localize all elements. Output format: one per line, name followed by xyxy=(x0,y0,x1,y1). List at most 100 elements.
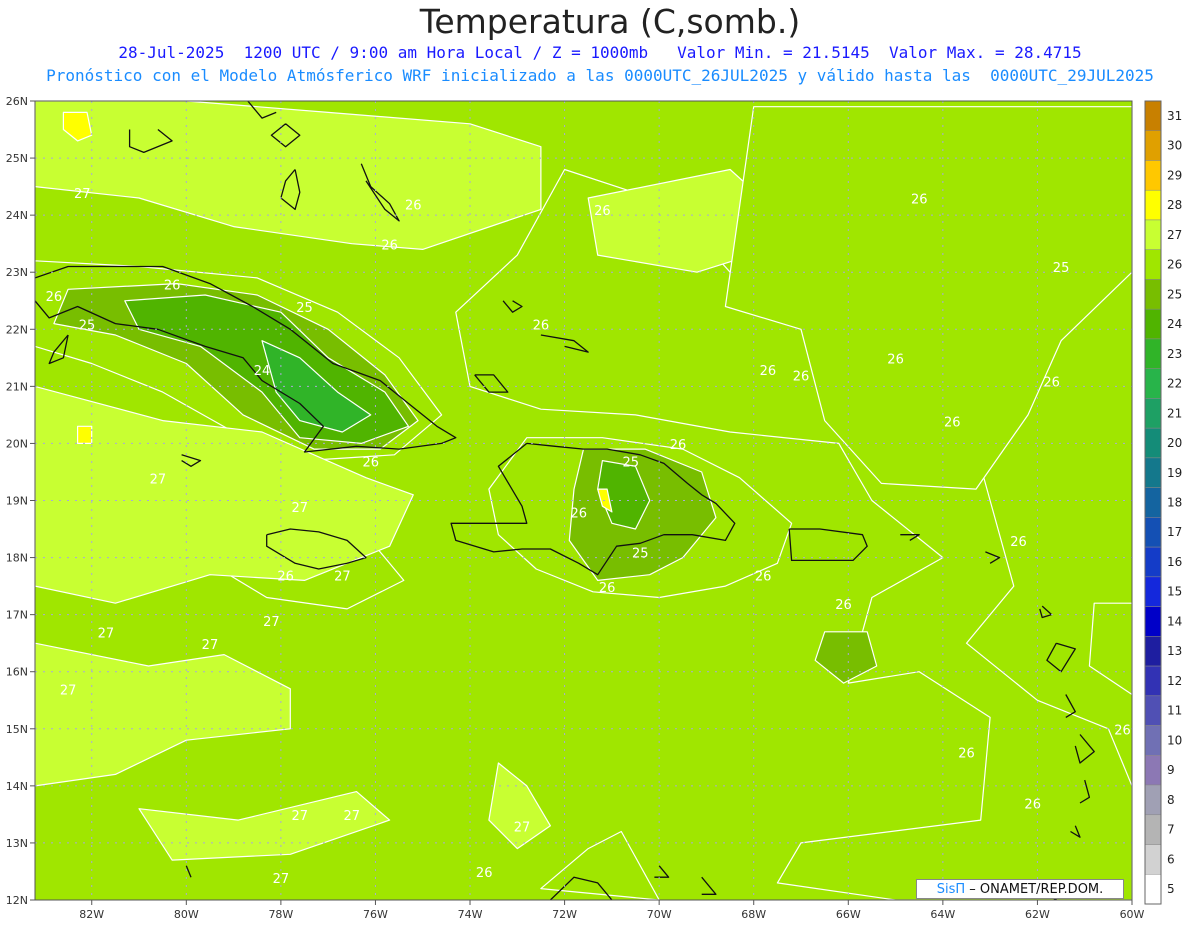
contour-label-36: 25 xyxy=(1053,261,1070,276)
colorbar-label-25: 25 xyxy=(1167,287,1182,301)
x-tick-label-10: 62W xyxy=(1025,908,1050,921)
x-tick-label-4: 74W xyxy=(458,908,483,921)
contour-label-24: 26 xyxy=(570,507,587,522)
contour-label-29: 26 xyxy=(755,569,772,584)
colorbar-label-13: 13 xyxy=(1167,644,1182,658)
contour-label-0: 27 xyxy=(74,187,91,202)
y-tick-label-12: 14N xyxy=(6,780,28,793)
contour-label-40: 26 xyxy=(958,746,975,761)
colorbar-label-19: 19 xyxy=(1167,466,1182,480)
contour-label-4: 25 xyxy=(296,301,313,316)
contour-label-27: 25 xyxy=(632,547,649,562)
contour-label-31: 26 xyxy=(760,364,777,379)
contour-label-37: 26 xyxy=(1043,375,1060,390)
x-tick-label-0: 82W xyxy=(79,908,104,921)
colorbar-swatch-31 xyxy=(1144,100,1162,131)
contour-label-11: 27 xyxy=(150,472,167,487)
contour-label-25: 25 xyxy=(623,455,640,470)
y-tick-label-13: 13N xyxy=(6,837,28,850)
colorbar-swatch-21 xyxy=(1144,398,1162,429)
colorbar-label-22: 22 xyxy=(1167,377,1182,391)
colorbar: 31 30 29 28 27 26 25 24 23 22 21 20 19 18 17 16 15 14 13 12… xyxy=(1144,100,1182,905)
colorbar-label-7: 7 xyxy=(1167,823,1175,837)
colorbar-swatch-25 xyxy=(1144,279,1162,310)
contour-label-39: 26 xyxy=(1114,723,1131,738)
contour-label-30: 26 xyxy=(835,598,852,613)
contour-label-23: 26 xyxy=(476,866,493,881)
colorbar-label-21: 21 xyxy=(1167,406,1182,420)
contour-label-19: 27 xyxy=(292,809,309,824)
contour-label-5: 24 xyxy=(254,364,271,379)
colorbar-label-5: 5 xyxy=(1167,882,1175,896)
colorbar-swatch-22 xyxy=(1144,368,1162,399)
colorbar-label-23: 23 xyxy=(1167,347,1182,361)
contour-label-3: 26 xyxy=(164,278,181,293)
contour-label-38: 26 xyxy=(1010,535,1027,550)
x-tick-label-9: 64W xyxy=(930,908,955,921)
y-tick-label-2: 24N xyxy=(6,209,28,222)
y-tick-label-1: 25N xyxy=(6,152,28,165)
credit-text: – ONAMET/REP.DOM. xyxy=(965,882,1104,897)
sispi-logo-text: SisΠ xyxy=(936,882,966,897)
temperature-map: 27 26 25 26 25 24 26 26 26 26 26 27 27 26 27 27 27 27 27 27… xyxy=(6,95,1183,921)
contour-label-15: 27 xyxy=(263,615,280,630)
colorbar-label-12: 12 xyxy=(1167,674,1182,688)
colorbar-swatch-7 xyxy=(1144,814,1162,845)
colorbar-swatch-17 xyxy=(1144,517,1162,548)
contour-label-10: 26 xyxy=(362,455,379,470)
colorbar-swatch-9 xyxy=(1144,755,1162,786)
temp-region-28-21 xyxy=(76,425,93,444)
colorbar-label-14: 14 xyxy=(1167,614,1182,628)
contour-label-6: 26 xyxy=(405,198,422,213)
y-tick-label-5: 21N xyxy=(6,380,28,393)
colorbar-swatch-29 xyxy=(1144,160,1162,191)
colorbar-label-27: 27 xyxy=(1167,228,1182,242)
colorbar-label-11: 11 xyxy=(1167,704,1182,718)
y-tick-label-9: 17N xyxy=(6,609,28,622)
contour-label-14: 27 xyxy=(334,569,351,584)
colorbar-swatch-6 xyxy=(1144,844,1162,875)
contour-label-28: 26 xyxy=(599,581,616,596)
colorbar-label-9: 9 xyxy=(1167,763,1175,777)
credit-box: SisΠ – ONAMET/REP.DOM. xyxy=(916,879,1124,899)
contour-label-33: 26 xyxy=(887,353,904,368)
colorbar-swatch-12 xyxy=(1144,665,1162,697)
colorbar-label-10: 10 xyxy=(1167,733,1182,747)
contour-label-20: 27 xyxy=(344,809,361,824)
y-tick-label-14: 12N xyxy=(6,894,28,907)
contour-label-41: 26 xyxy=(1024,798,1041,813)
colorbar-swatch-19 xyxy=(1144,457,1162,488)
colorbar-swatch-20 xyxy=(1144,427,1162,459)
colorbar-label-30: 30 xyxy=(1167,139,1182,153)
colorbar-swatch-14 xyxy=(1144,606,1162,637)
colorbar-label-6: 6 xyxy=(1167,852,1175,866)
y-tick-label-7: 19N xyxy=(6,495,28,508)
colorbar-label-18: 18 xyxy=(1167,496,1182,510)
colorbar-label-26: 26 xyxy=(1167,258,1182,272)
y-tick-label-3: 23N xyxy=(6,266,28,279)
colorbar-label-31: 31 xyxy=(1167,109,1182,123)
colorbar-label-29: 29 xyxy=(1167,168,1182,182)
colorbar-swatch-24 xyxy=(1144,308,1162,340)
colorbar-swatch-23 xyxy=(1144,338,1162,369)
colorbar-label-28: 28 xyxy=(1167,198,1182,212)
contour-label-22: 27 xyxy=(273,872,290,887)
contour-label-12: 27 xyxy=(292,501,309,516)
contour-label-2: 25 xyxy=(79,318,96,333)
y-tick-label-10: 16N xyxy=(6,666,28,679)
colorbar-swatch-26 xyxy=(1144,249,1162,280)
colorbar-swatch-28 xyxy=(1144,189,1162,221)
contour-label-18: 27 xyxy=(60,684,77,699)
contour-label-13: 26 xyxy=(277,569,294,584)
x-tick-label-3: 76W xyxy=(363,908,388,921)
x-tick-label-6: 70W xyxy=(647,908,672,921)
colorbar-label-8: 8 xyxy=(1167,793,1175,807)
y-tick-label-8: 18N xyxy=(6,552,28,565)
colorbar-swatch-27 xyxy=(1144,219,1162,250)
contour-label-17: 27 xyxy=(202,638,219,653)
x-axis: 82W 80W 78W 76W 74W 72W 70W 68W 66W 64W 62W 60W xyxy=(79,900,1145,921)
contour-label-21: 27 xyxy=(514,821,531,836)
contour-label-1: 26 xyxy=(46,290,63,305)
contour-label-16: 27 xyxy=(98,626,115,641)
colorbar-label-16: 16 xyxy=(1167,555,1182,569)
